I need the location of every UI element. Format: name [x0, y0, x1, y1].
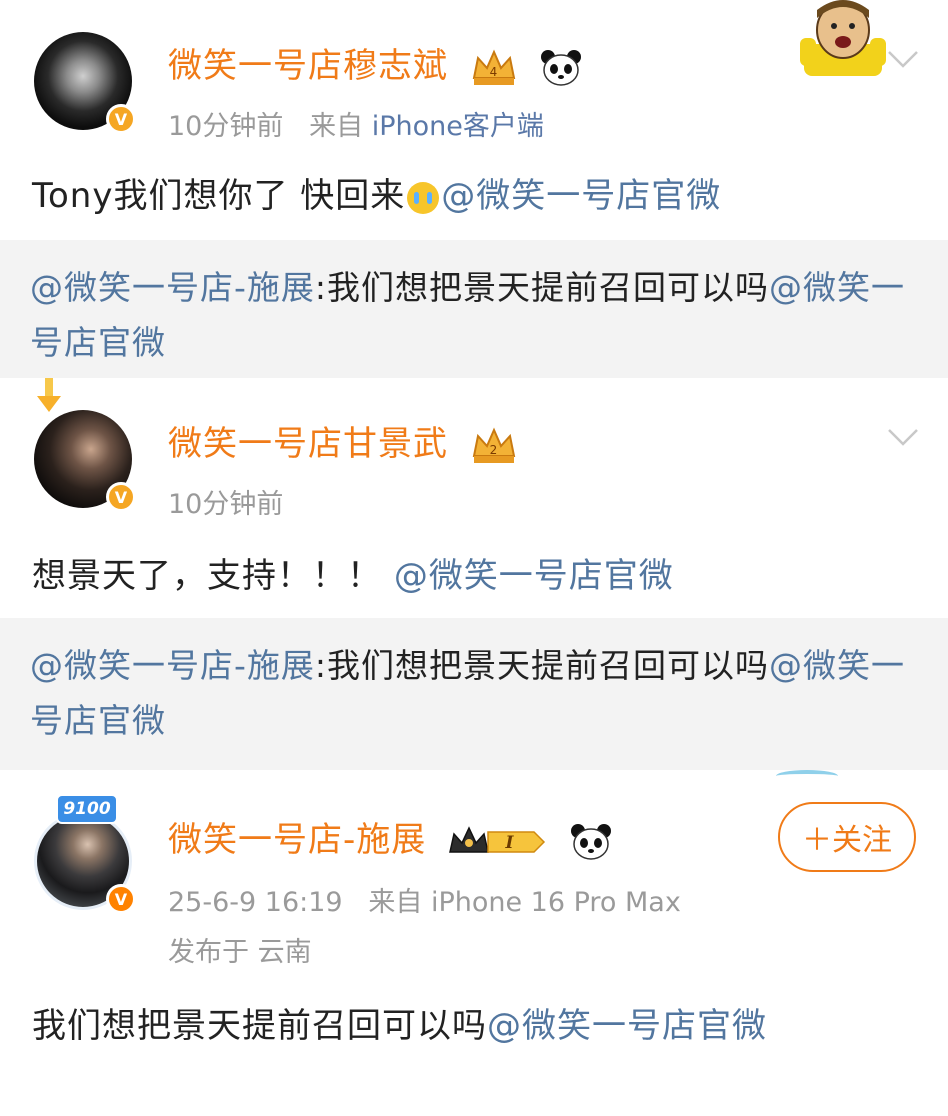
verified-v-icon: V: [106, 104, 136, 134]
crown-level-badge-icon: I: [449, 825, 546, 853]
timestamp: 10分钟前: [168, 111, 284, 142]
timestamp: 10分钟前: [168, 489, 284, 520]
svg-text:2: 2: [489, 443, 498, 457]
arrow-down-icon: [37, 378, 61, 412]
quote-content: @微笑一号店-施展:我们想把景天提前召回可以吗@微笑一号店官微: [30, 646, 906, 740]
post-body[interactable]: 我们想把景天提前召回可以吗@微笑一号店官微: [32, 998, 767, 1047]
crown-badge-icon: 4: [472, 49, 516, 85]
crying-emoji-icon: [407, 181, 440, 214]
author-name[interactable]: 微笑一号店甘景武 2: [168, 416, 518, 466]
mention-link[interactable]: @微笑一号店官微: [441, 176, 721, 216]
source-link[interactable]: iPhone客户端: [372, 111, 544, 142]
quoted-post-2[interactable]: @微笑一号店-施展:我们想把景天提前召回可以吗@微笑一号店官微: [0, 618, 948, 770]
avatar-tag-badge: 9100: [56, 794, 118, 824]
mention-link[interactable]: @微笑一号店官微: [487, 1006, 767, 1046]
verified-v-icon: V: [106, 482, 136, 512]
sticker-icon: [800, 0, 886, 76]
post-meta: 25-6-9 16:19 来自 iPhone 16 Pro Max: [168, 880, 681, 919]
chevron-down-icon[interactable]: [886, 420, 920, 454]
author-name[interactable]: 微笑一号店-施展 I: [168, 812, 612, 862]
post-body[interactable]: 想景天了，支持！！！ @微笑一号店官微: [32, 548, 674, 597]
post-body[interactable]: Tony我们想你了 快回来 @微笑一号店官微: [32, 168, 721, 217]
post-meta: 10分钟前: [168, 482, 283, 521]
quote-content: @微笑一号店-施展:我们想把景天提前召回可以吗@微笑一号店官微: [30, 268, 906, 362]
source-prefix: 来自: [309, 111, 364, 142]
quote-author-mention[interactable]: @微笑一号店-施展: [30, 268, 315, 307]
panda-icon: [540, 49, 581, 86]
quoted-post-1[interactable]: @微笑一号店-施展:我们想把景天提前召回可以吗@微笑一号店官微: [0, 240, 948, 378]
avatar-wrap-2[interactable]: V: [34, 410, 136, 512]
crown-badge-icon: 2: [472, 427, 516, 463]
panda-icon: [570, 823, 611, 860]
avatar-wrap-1[interactable]: V: [34, 32, 136, 134]
mention-link[interactable]: @微笑一号店官微: [394, 556, 674, 596]
chevron-down-icon[interactable]: [886, 42, 920, 76]
svg-text:4: 4: [489, 65, 498, 79]
follow-button[interactable]: ＋关注: [778, 802, 916, 872]
post-2: V 微笑一号店甘景武 2 10分钟前 想景天了，支持！！！ @微笑一号店官微: [0, 378, 948, 618]
post-meta: 10分钟前 来自 iPhone客户端: [168, 104, 544, 143]
verified-v-icon: V: [106, 884, 136, 914]
post-1: V 微笑一号店穆志斌 4 10分钟前 来自 iPhone客户端 Tony我们想你…: [0, 0, 948, 240]
post-location: 发布于 云南: [168, 937, 312, 968]
source-prefix: 来自: [368, 887, 423, 918]
svg-text:I: I: [505, 833, 515, 853]
avatar-wrap-3[interactable]: V: [34, 812, 136, 914]
timestamp: 25-6-9 16:19: [168, 887, 343, 918]
quote-author-mention[interactable]: @微笑一号店-施展: [30, 646, 315, 685]
author-name[interactable]: 微笑一号店穆志斌 4: [168, 38, 582, 88]
source-link[interactable]: iPhone 16 Pro Max: [431, 887, 681, 918]
